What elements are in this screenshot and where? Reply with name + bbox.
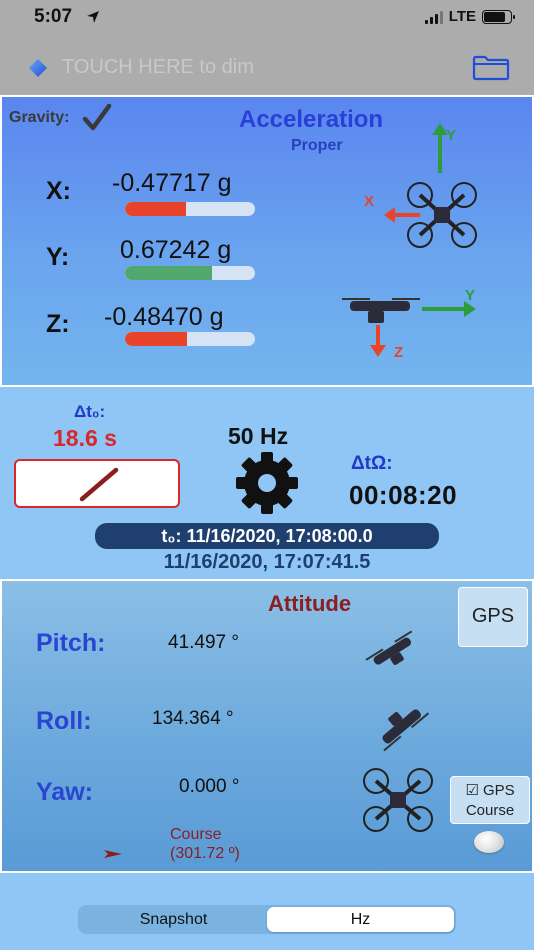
signal-icon — [424, 10, 443, 24]
axis-z-value: -0.48470 g — [104, 303, 224, 331]
axis-z-bar-fill — [125, 332, 188, 346]
drone-yaw-icon — [363, 768, 433, 832]
current-timestamp: 11/16/2020, 17:07:41.5 — [163, 551, 371, 573]
drone-pitch-icon — [365, 630, 413, 665]
segment-hz[interactable]: Hz — [267, 907, 454, 932]
gear-icon[interactable] — [230, 451, 304, 515]
pitch-label: Pitch: — [36, 629, 106, 657]
axis-z-bar — [125, 332, 255, 346]
network-label: LTE — [448, 8, 476, 25]
acceleration-subtitle: Proper — [291, 137, 343, 154]
axis-y-bar — [125, 266, 255, 280]
delta-tomega-label: ΔtΩ: — [351, 453, 393, 474]
yaw-value: 0.000 ° — [179, 776, 240, 797]
attitude-title: Attitude — [268, 591, 352, 616]
diagram-top-y-label: Y — [446, 127, 457, 144]
status-time: 5:07 — [34, 6, 73, 27]
gps-course-line2: Course — [465, 802, 515, 819]
axis-x-bar-fill — [125, 202, 187, 216]
diamond-icon — [29, 59, 47, 77]
location-arrow-icon — [87, 11, 99, 23]
yaw-label: Yaw: — [36, 778, 93, 806]
course-value: (301.72 º) — [170, 845, 240, 862]
delta-t0-label: Δt₀: — [74, 402, 106, 421]
roll-value: 134.364 ° — [152, 708, 234, 729]
course-label: Course — [170, 826, 222, 843]
folder-icon[interactable] — [472, 55, 510, 81]
gps-course-toggle[interactable]: ☑ GPS Course — [450, 776, 530, 824]
acceleration-panel: Gravity: Acceleration Proper X: -0.47717… — [0, 95, 534, 387]
slash-icon — [79, 467, 119, 502]
t0-timestamp-pill[interactable]: t₀: 11/16/2020, 17:08:00.0 — [95, 523, 439, 549]
gps-course-line1: ☑ GPS — [465, 782, 515, 799]
delta-tomega-value: 00:08:20 — [349, 480, 458, 510]
course-arrow-icon — [104, 850, 122, 858]
axis-y-value: 0.67242 g — [120, 236, 232, 264]
status-right: LTE — [424, 8, 515, 25]
mode-segmented-control: Snapshot Hz — [78, 905, 456, 934]
roll-label: Roll: — [36, 707, 92, 735]
bottom-bar: Snapshot Hz — [0, 873, 534, 950]
battery-icon — [482, 9, 515, 24]
timing-panel: Δt₀: 18.6 s 50 Hz ΔtΩ: 00:08:20 t₀: 11/1… — [0, 390, 534, 576]
top-bar: 5:07 LTE TOUCH HERE to dim — [0, 0, 534, 95]
axis-y-bar-fill — [125, 266, 213, 280]
diagram-side-y-label: Y — [465, 287, 476, 304]
attitude-panel: Attitude GPS Pitch: 41.497 ° Roll: 134.3… — [0, 579, 534, 873]
dim-touch-area[interactable]: TOUCH HERE to dim — [62, 56, 254, 79]
axis-x-value: -0.47717 g — [112, 169, 232, 197]
drone-top-view-diagram — [384, 123, 477, 248]
gps-indicator-ball[interactable] — [474, 831, 504, 853]
drone-roll-icon — [382, 709, 430, 752]
drone-side-icon — [342, 298, 420, 323]
pitch-value: 41.497 ° — [168, 632, 239, 653]
gravity-label: Gravity: — [9, 109, 70, 126]
diagram-top-x-label: X — [364, 193, 375, 210]
delta-t0-value: 18.6 s — [53, 425, 117, 451]
gravity-checkmark-icon[interactable] — [82, 103, 112, 131]
axis-z-label: Z: — [46, 310, 70, 338]
axis-x-bar — [125, 202, 255, 216]
axis-y-label: Y: — [46, 243, 70, 271]
slash-button[interactable] — [14, 459, 180, 508]
axis-x-label: X: — [46, 177, 71, 205]
sample-rate: 50 Hz — [228, 423, 289, 449]
diagram-side-z-label: Z — [394, 344, 404, 361]
gps-button[interactable]: GPS — [458, 587, 528, 647]
segment-snapshot[interactable]: Snapshot — [80, 907, 267, 932]
